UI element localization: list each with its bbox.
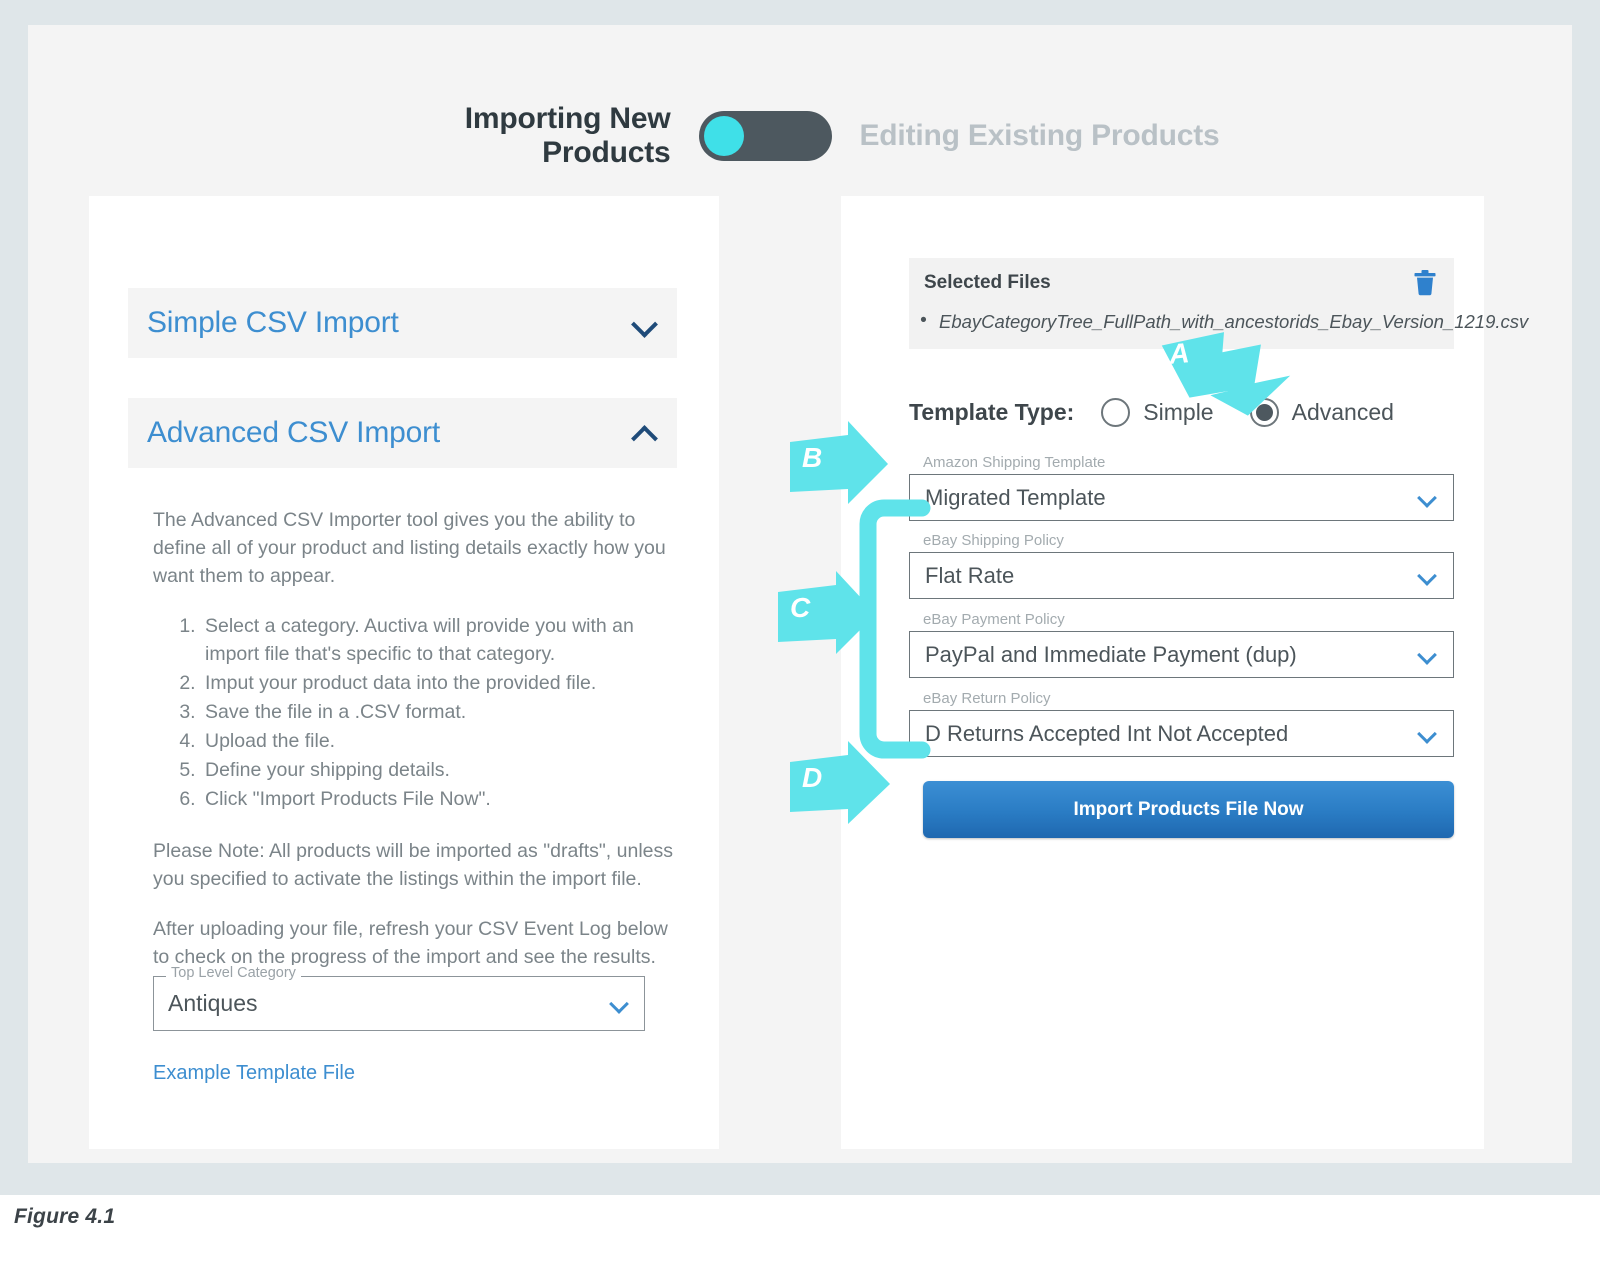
steps-list: Select a category. Auctiva will provide … [153, 612, 673, 813]
note-drafts: Please Note: All products will be import… [153, 840, 674, 890]
trash-icon[interactable] [1413, 269, 1437, 296]
amazon-shipping-template-field: Amazon Shipping Template Migrated Templa… [909, 454, 1454, 521]
field-value: PayPal and Immediate Payment (dup) [925, 641, 1297, 667]
top-level-category-select[interactable]: Top Level Category Antiques [153, 965, 645, 1031]
chevron-down-icon [1419, 569, 1437, 583]
mode-label-editing-existing-products[interactable]: Editing Existing Products [832, 119, 1260, 153]
chevron-down-icon [1419, 491, 1437, 505]
template-type-label: Template Type: [909, 398, 1075, 425]
chevron-down-icon [611, 997, 629, 1011]
amazon-shipping-template-select[interactable]: Migrated Template [909, 474, 1454, 521]
chevron-down-icon [1419, 727, 1437, 741]
field-label: eBay Return Policy [923, 690, 1051, 707]
ebay-shipping-policy-field: eBay Shipping Policy Flat Rate [909, 532, 1454, 599]
mode-label-importing-new-products[interactable]: Importing New Products [341, 102, 699, 170]
field-label: Amazon Shipping Template [923, 454, 1106, 471]
advanced-import-description: The Advanced CSV Importer tool gives you… [153, 506, 673, 993]
selected-files-box: Selected Files EbayCategoryTree_FullPath… [909, 258, 1528, 349]
mode-toggle-switch[interactable] [698, 111, 832, 161]
template-type-row: Template Type: Simple Advanced [909, 394, 1430, 430]
list-item: Imput your product data into the provide… [201, 669, 673, 697]
right-panel-card: Selected Files EbayCategoryTree_FullPath… [841, 196, 1528, 1149]
ebay-payment-policy-field: eBay Payment Policy PayPal and Immediate… [909, 611, 1454, 678]
ebay-payment-policy-select[interactable]: PayPal and Immediate Payment (dup) [909, 631, 1454, 678]
template-type-simple-label: Simple [1143, 398, 1214, 425]
field-value: D Returns Accepted Int Not Accepted [925, 720, 1289, 746]
ebay-return-policy-field: eBay Return Policy D Returns Accepted In… [909, 690, 1454, 757]
figure-frame: Importing New Products Editing Existing … [0, 0, 1600, 1195]
list-item: EbayCategoryTree_FullPath_with_ancestori… [920, 310, 1528, 333]
figure-caption: Figure 4.1 [14, 1205, 116, 1228]
example-template-file-link[interactable]: Example Template File [153, 1062, 355, 1085]
left-panel-card: Simple CSV Import Advanced CSV Import Th… [89, 196, 719, 1149]
mode-toggle-row: Importing New Products Editing Existing … [28, 102, 1572, 170]
template-type-advanced-radio[interactable]: Advanced [1249, 397, 1394, 427]
accordion-advanced-title: Advanced CSV Import [147, 416, 441, 449]
radio-circle-selected-icon [1249, 397, 1279, 427]
note-event-log: After uploading your file, refresh your … [153, 918, 668, 968]
top-level-category-value: Antiques [168, 990, 258, 1016]
radio-circle-icon [1101, 397, 1131, 427]
field-value: Migrated Template [925, 484, 1106, 510]
ebay-return-policy-select[interactable]: D Returns Accepted Int Not Accepted [909, 710, 1454, 757]
field-label: eBay Shipping Policy [923, 532, 1064, 549]
chevron-down-icon [632, 310, 658, 336]
template-type-advanced-label: Advanced [1291, 398, 1394, 425]
import-products-button[interactable]: Import Products File Now [923, 781, 1454, 838]
accordion-advanced-csv-import[interactable]: Advanced CSV Import [128, 398, 677, 468]
list-item: Select a category. Auctiva will provide … [201, 612, 673, 668]
list-item: Upload the file. [201, 727, 673, 755]
chevron-down-icon [1419, 648, 1437, 662]
accordion-simple-title: Simple CSV Import [147, 306, 399, 339]
field-value: Flat Rate [925, 562, 1015, 588]
selected-files-title: Selected Files [924, 272, 1051, 293]
list-item: Define your shipping details. [201, 756, 673, 784]
intro-paragraph: The Advanced CSV Importer tool gives you… [153, 509, 666, 587]
app-canvas: Importing New Products Editing Existing … [28, 25, 1572, 1163]
list-item: Click "Import Products File Now". [201, 785, 673, 813]
accordion-simple-csv-import[interactable]: Simple CSV Import [128, 288, 677, 358]
chevron-up-icon [632, 420, 658, 446]
ebay-shipping-policy-select[interactable]: Flat Rate [909, 552, 1454, 599]
template-type-simple-radio[interactable]: Simple [1101, 397, 1214, 427]
mode-toggle-knob [703, 116, 744, 156]
list-item: Save the file in a .CSV format. [201, 698, 673, 726]
field-label: eBay Payment Policy [923, 611, 1065, 628]
